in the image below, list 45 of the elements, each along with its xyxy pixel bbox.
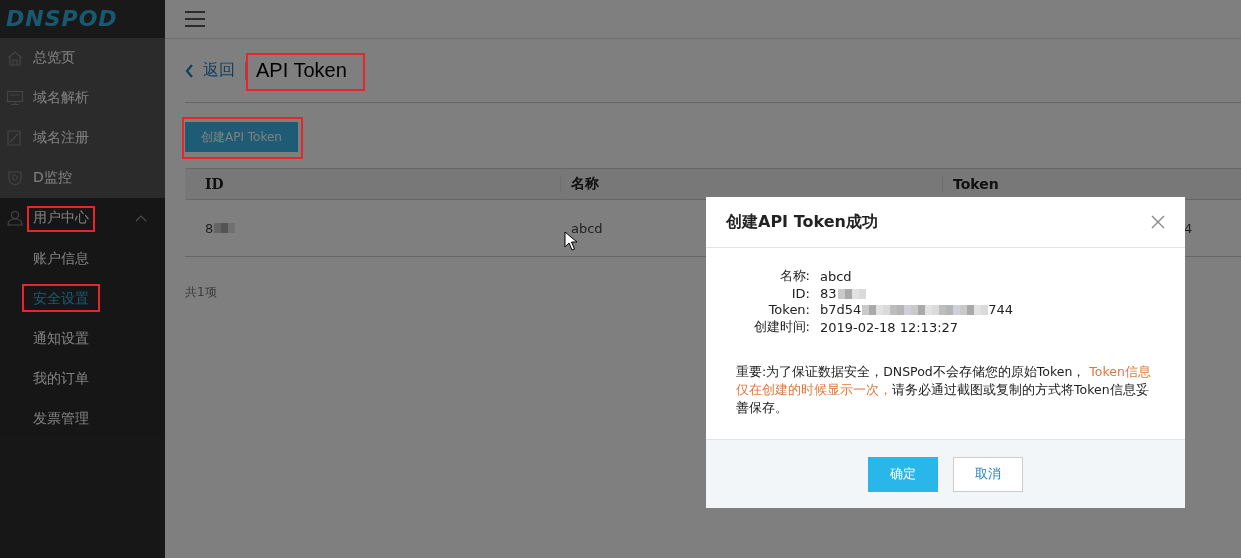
home-icon [6,49,24,67]
sidebar-subitem[interactable]: 账户信息 [0,238,165,278]
field-value: 83 [820,286,837,301]
column-header: Token [942,176,1241,192]
field-value: abcd [820,268,852,284]
field-value: b7d54 [820,302,862,317]
sidebar-item[interactable]: 域名注册 [0,118,165,158]
table-cell: 8 [205,220,214,236]
chevron-left-icon [185,63,194,78]
cancel-button[interactable]: 取消 [953,456,1023,492]
column-header: ID [204,176,225,192]
cursor-icon [564,231,578,251]
item-count: 共1项 [185,284,217,301]
sidebar-item[interactable]: 域名解析 [0,78,165,118]
field-value: 2019-02-18 12:13:27 [820,319,959,335]
sidebar-item[interactable]: 总览页 [0,38,165,78]
back-link[interactable]: 返回 [185,60,235,81]
notice-text: 重要:为了保证数据安全，DNSPod不会存储您的原始Token， Token信息仅在创建的时候显示一次，请务必通过截图或复制的方式将Token信息妥善保存。 [736,363,1152,417]
sidebar-item[interactable]: D监控 [0,158,165,198]
sidebar-item-label: 用户中心 [33,209,89,227]
field-value: 744 [988,302,1014,317]
monitor-icon [6,89,24,107]
dialog-title: 创建API Token成功 [726,211,878,233]
sidebar-subitem[interactable]: 我的订单 [0,358,165,398]
sidebar-subitem[interactable]: 通知设置 [0,318,165,358]
field-label: 创建时间: [752,318,810,336]
column-header: 名称 [560,175,942,193]
sidebar-item-label: D监控 [33,169,72,187]
sidebar-item-label: 域名注册 [33,129,89,147]
confirm-button[interactable]: 确定 [868,456,938,492]
sidebar-item-label: 总览页 [33,49,75,67]
sidebar-item-label: 域名解析 [33,89,89,107]
create-token-button[interactable]: 创建API Token [185,122,298,152]
user-icon [6,209,24,227]
menu-icon [185,11,205,27]
sidebar-subitem[interactable]: 安全设置 [0,278,165,318]
table-cell: 4 [1184,220,1193,236]
field-label: ID: [790,286,810,301]
close-button[interactable] [1151,215,1165,229]
field-label: 名称: [778,267,810,285]
edit-icon [6,129,24,147]
page-title: API Token [256,59,347,82]
sidebar-subitem[interactable]: 发票管理 [0,398,165,438]
table-cell: abcd [571,220,603,236]
field-label: Token: [767,302,810,317]
